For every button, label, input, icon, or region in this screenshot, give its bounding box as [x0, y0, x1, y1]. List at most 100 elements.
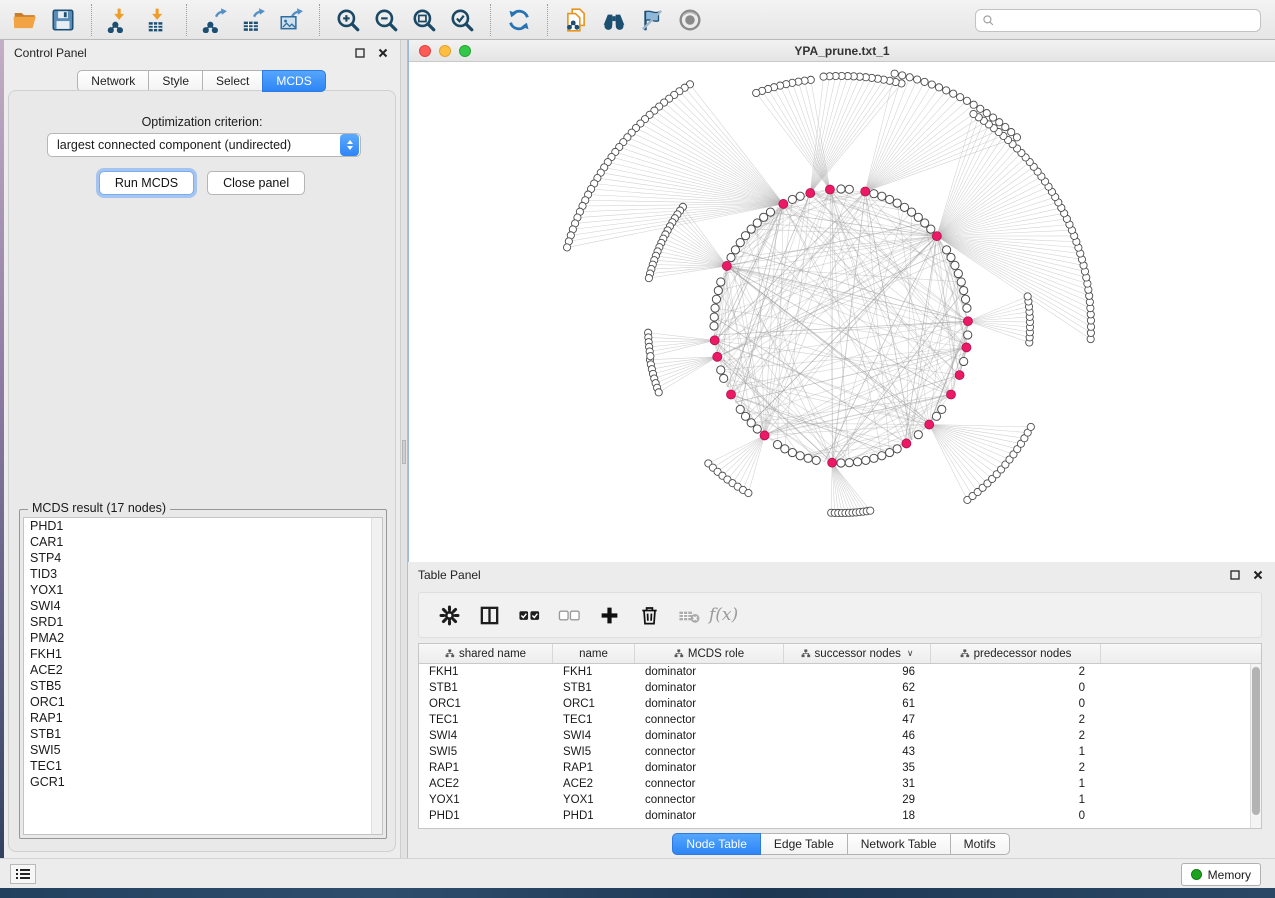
mcds-hub-node[interactable] [710, 336, 719, 345]
mcds-hub-node[interactable] [963, 317, 972, 326]
mcds-hub-node[interactable] [932, 232, 941, 241]
mcds-hub-node[interactable] [760, 431, 769, 440]
zoom-in-button[interactable] [329, 3, 367, 37]
float-table-panel-icon[interactable] [1227, 568, 1242, 583]
mcds-result-item[interactable]: STB1 [24, 726, 382, 742]
table-row[interactable]: ACE2ACE2connector311 [419, 776, 1261, 792]
add-column-button[interactable] [589, 596, 629, 634]
mcds-hub-node[interactable] [955, 371, 964, 380]
zoom-selected-button[interactable] [443, 3, 481, 37]
table-scrollbar-thumb[interactable] [1252, 667, 1260, 815]
mcds-result-item[interactable]: PMA2 [24, 630, 382, 646]
close-table-panel-icon[interactable] [1250, 568, 1265, 583]
refresh-layout-button[interactable] [500, 3, 538, 37]
tab-network[interactable]: Network [77, 70, 149, 92]
mcds-hub-node[interactable] [861, 187, 870, 196]
table-row[interactable]: TEC1TEC1connector472 [419, 712, 1261, 728]
tab-select[interactable]: Select [202, 70, 263, 92]
mcds-result-scrollbar[interactable] [371, 518, 382, 834]
mcds-hub-node[interactable] [806, 189, 815, 198]
table-row[interactable]: SWI4SWI4dominator462 [419, 728, 1261, 744]
mcds-result-item[interactable]: PHD1 [24, 518, 382, 534]
mcds-result-item[interactable]: CAR1 [24, 534, 382, 550]
table-row[interactable]: YOX1YOX1connector291 [419, 792, 1261, 808]
column-header-predecessor-nodes[interactable]: predecessor nodes [931, 644, 1101, 663]
memory-button[interactable]: Memory [1181, 863, 1261, 886]
close-panel-icon[interactable] [375, 46, 390, 61]
zoom-fit-button[interactable] [405, 3, 443, 37]
eye-toggle-button[interactable] [671, 3, 709, 37]
column-header-successor-nodes[interactable]: successor nodes∨ [784, 644, 931, 663]
export-table-button[interactable] [234, 3, 272, 37]
mcds-hub-node[interactable] [779, 199, 788, 208]
delete-column-button[interactable] [629, 596, 669, 634]
mcds-result-item[interactable]: FKH1 [24, 646, 382, 662]
mcds-result-item[interactable]: STP4 [24, 550, 382, 566]
mcds-result-item[interactable]: SRD1 [24, 614, 382, 630]
table-tab-network-table[interactable]: Network Table [847, 833, 951, 855]
export-image-button[interactable] [272, 3, 310, 37]
mcds-result-item[interactable]: TID3 [24, 566, 382, 582]
zoom-out-button[interactable] [367, 3, 405, 37]
run-mcds-button[interactable]: Run MCDS [99, 171, 194, 195]
column-header-name[interactable]: name [553, 644, 635, 663]
mcds-hub-node[interactable] [925, 420, 934, 429]
mcds-hub-node[interactable] [946, 390, 955, 399]
deselect-all-button[interactable] [549, 596, 589, 634]
gear-button[interactable] [429, 596, 469, 634]
table-row[interactable]: ORC1ORC1dominator610 [419, 696, 1261, 712]
optimization-criterion-dropdown[interactable]: largest connected component (undirected) [47, 133, 361, 157]
select-all-button[interactable] [509, 596, 549, 634]
mcds-hub-node[interactable] [828, 458, 837, 467]
mcds-result-item[interactable]: ORC1 [24, 694, 382, 710]
export-network-button[interactable] [196, 3, 234, 37]
open-file-button[interactable] [6, 3, 44, 37]
tab-mcds[interactable]: MCDS [262, 70, 325, 92]
search-box[interactable] [975, 9, 1261, 32]
flag-toggle-button[interactable] [633, 3, 671, 37]
table-tab-edge-table[interactable]: Edge Table [760, 833, 848, 855]
mcds-result-item[interactable]: STB5 [24, 678, 382, 694]
network-document-button[interactable] [557, 3, 595, 37]
mcds-result-item[interactable]: ACE2 [24, 662, 382, 678]
float-panel-icon[interactable] [352, 46, 367, 61]
mcds-result-item[interactable]: SWI4 [24, 598, 382, 614]
tab-style[interactable]: Style [148, 70, 203, 92]
mcds-result-item[interactable]: TEC1 [24, 758, 382, 774]
column-header-shared-name[interactable]: shared name [419, 644, 553, 663]
vertical-splitter[interactable] [400, 40, 408, 858]
table-row[interactable]: RAP1RAP1dominator352 [419, 760, 1261, 776]
table-tab-node-table[interactable]: Node Table [672, 833, 761, 855]
mcds-hub-node[interactable] [713, 352, 722, 361]
mcds-result-item[interactable]: GCR1 [24, 774, 382, 790]
mcds-result-item[interactable]: RAP1 [24, 710, 382, 726]
mcds-result-item[interactable]: SWI5 [24, 742, 382, 758]
table-row[interactable]: STB1STB1dominator620 [419, 680, 1261, 696]
import-network-button[interactable] [101, 3, 139, 37]
table-row[interactable]: PHD1PHD1dominator180 [419, 808, 1261, 824]
table-row[interactable]: SWI5SWI5connector431 [419, 744, 1261, 760]
delete-table-button[interactable] [669, 596, 709, 634]
network-titlebar[interactable]: YPA_prune.txt_1 [409, 40, 1275, 62]
table-cell: RAP1 [419, 762, 553, 774]
search-network-button[interactable] [595, 3, 633, 37]
column-header-MCDS-role[interactable]: MCDS role [635, 644, 784, 663]
table-row[interactable]: FKH1FKH1dominator962 [419, 664, 1261, 680]
columns-button[interactable] [469, 596, 509, 634]
mcds-hub-node[interactable] [727, 390, 736, 399]
mcds-hub-node[interactable] [902, 439, 911, 448]
search-input[interactable] [1000, 13, 1254, 29]
table-scrollbar[interactable] [1250, 664, 1261, 828]
mcds-hub-node[interactable] [722, 261, 731, 270]
import-table-button[interactable] [139, 3, 177, 37]
splitter-grip[interactable] [402, 440, 406, 464]
save-session-button[interactable] [44, 3, 82, 37]
mcds-result-item[interactable]: YOX1 [24, 582, 382, 598]
table-tab-motifs[interactable]: Motifs [950, 833, 1010, 855]
network-canvas[interactable] [409, 62, 1275, 562]
task-history-button[interactable] [10, 864, 36, 884]
mcds-hub-node[interactable] [825, 185, 834, 194]
mcds-hub-node[interactable] [962, 343, 971, 352]
close-panel-button[interactable]: Close panel [207, 171, 305, 195]
table-cell: 47 [784, 714, 931, 726]
